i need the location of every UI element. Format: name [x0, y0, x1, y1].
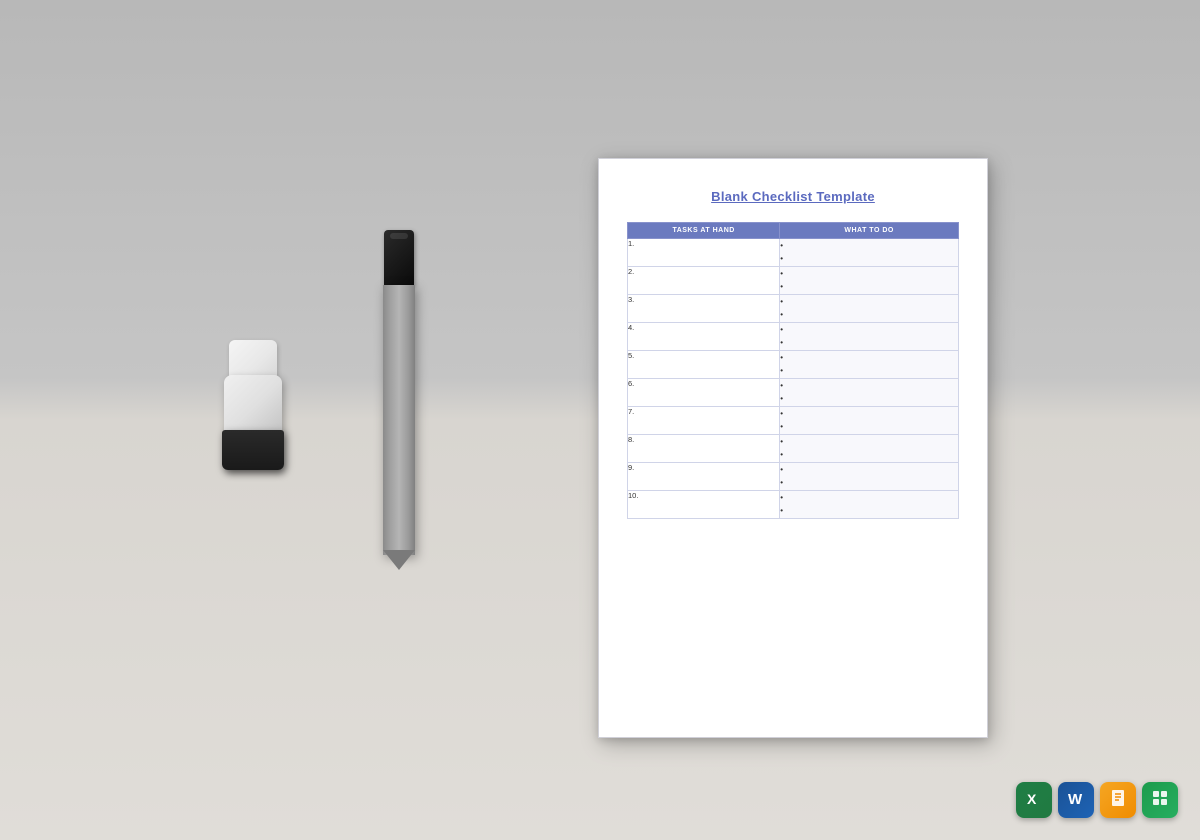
task-number-cell: 1.: [628, 239, 780, 267]
bullet-item: [780, 267, 958, 280]
marker-cap: [384, 230, 414, 285]
document: Blank Checklist Template TASKS AT HAND W…: [598, 158, 988, 738]
row-number: 5.: [628, 351, 634, 360]
numbers-icon[interactable]: [1142, 782, 1178, 818]
bullet-item: [780, 239, 958, 252]
todo-cell: [780, 463, 959, 491]
bullet-item: [780, 351, 958, 364]
bullet-item: [780, 491, 958, 504]
todo-cell: [780, 379, 959, 407]
todo-cell: [780, 351, 959, 379]
col-header-tasks: TASKS AT HAND: [628, 223, 780, 239]
bottom-icons: X W: [1016, 782, 1178, 818]
table-row: 2.: [628, 267, 959, 295]
col-header-todo: WHAT TO DO: [780, 223, 959, 239]
table-row: 6.: [628, 379, 959, 407]
bullet-item: [780, 476, 958, 489]
bullet-item: [780, 448, 958, 461]
excel-icon-label: X: [1024, 788, 1044, 813]
bullet-item: [780, 336, 958, 349]
bullet-item: [780, 323, 958, 336]
document-title: Blank Checklist Template: [627, 189, 959, 204]
table-row: 4.: [628, 323, 959, 351]
table-row: 7.: [628, 407, 959, 435]
bullet-item: [780, 295, 958, 308]
table-row: 9.: [628, 463, 959, 491]
table-row: 10.: [628, 491, 959, 519]
excel-icon[interactable]: X: [1016, 782, 1052, 818]
table-row: 8.: [628, 435, 959, 463]
svg-text:X: X: [1027, 791, 1037, 807]
bullet-item: [780, 280, 958, 293]
task-number-cell: 5.: [628, 351, 780, 379]
bullet-item: [780, 420, 958, 433]
todo-cell: [780, 491, 959, 519]
bullet-item: [780, 504, 958, 517]
row-number: 1.: [628, 239, 634, 248]
bullet-item: [780, 463, 958, 476]
task-number-cell: 7.: [628, 407, 780, 435]
row-number: 8.: [628, 435, 634, 444]
row-number: 10.: [628, 491, 638, 500]
pages-icon[interactable]: [1100, 782, 1136, 818]
row-number: 2.: [628, 267, 634, 276]
marker-body: [383, 285, 415, 555]
row-number: 6.: [628, 379, 634, 388]
task-number-cell: 3.: [628, 295, 780, 323]
numbers-icon-label: [1150, 788, 1170, 813]
document-content: Blank Checklist Template TASKS AT HAND W…: [599, 159, 987, 539]
task-number-cell: 8.: [628, 435, 780, 463]
todo-cell: [780, 323, 959, 351]
todo-cell: [780, 435, 959, 463]
bullet-item: [780, 308, 958, 321]
task-number-cell: 6.: [628, 379, 780, 407]
bullet-item: [780, 379, 958, 392]
table-row: 3.: [628, 295, 959, 323]
pages-icon-label: [1108, 788, 1128, 813]
bullet-item: [780, 364, 958, 377]
word-icon-label: W: [1066, 788, 1086, 813]
marker-tip: [383, 550, 415, 570]
checklist-table: TASKS AT HAND WHAT TO DO 1. 2. 3. 4. 5. 6. 7. 8…: [627, 222, 959, 519]
task-number-cell: 10.: [628, 491, 780, 519]
row-number: 7.: [628, 407, 634, 416]
table-row: 5.: [628, 351, 959, 379]
stamp-bottom: [222, 430, 284, 470]
bullet-item: [780, 252, 958, 265]
todo-cell: [780, 267, 959, 295]
todo-cell: [780, 239, 959, 267]
marker-pen: [378, 230, 420, 570]
task-number-cell: 2.: [628, 267, 780, 295]
row-number: 9.: [628, 463, 634, 472]
todo-cell: [780, 295, 959, 323]
word-icon[interactable]: W: [1058, 782, 1094, 818]
bullet-item: [780, 407, 958, 420]
todo-cell: [780, 407, 959, 435]
row-number: 3.: [628, 295, 634, 304]
table-row: 1.: [628, 239, 959, 267]
stamp-tool: [218, 340, 288, 470]
bullet-item: [780, 435, 958, 448]
task-number-cell: 9.: [628, 463, 780, 491]
task-number-cell: 4.: [628, 323, 780, 351]
svg-text:W: W: [1068, 791, 1083, 808]
row-number: 4.: [628, 323, 634, 332]
bullet-item: [780, 392, 958, 405]
